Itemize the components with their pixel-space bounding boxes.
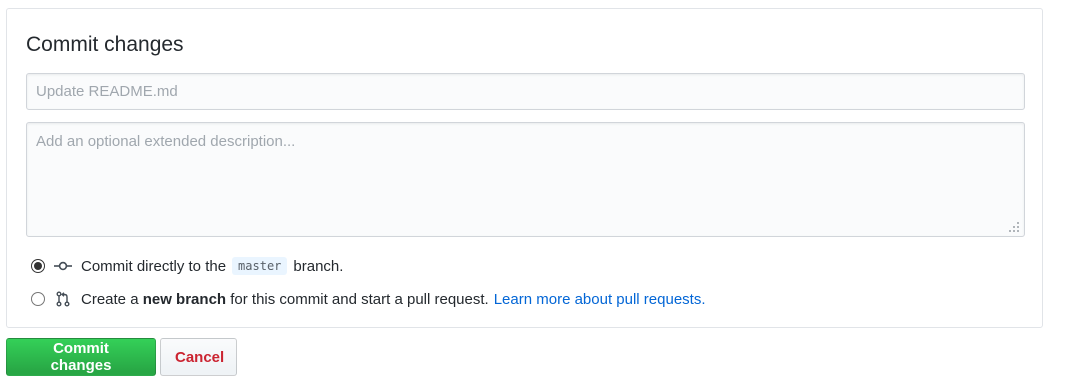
cancel-button[interactable]: Cancel [160, 338, 237, 376]
commit-direct-radio[interactable] [31, 259, 45, 273]
git-commit-icon [54, 258, 72, 274]
new-branch-option[interactable]: Create a new branch for this commit and … [31, 288, 706, 310]
commit-direct-text-after: branch. [293, 257, 344, 275]
commit-changes-button[interactable]: Commit changes [6, 338, 156, 376]
radio-selected-dot [34, 262, 42, 270]
new-branch-bold: new branch [142, 290, 227, 308]
learn-more-pull-requests-link[interactable]: Learn more about pull requests. [494, 291, 706, 308]
new-branch-text-after: for this commit and start a pull request… [230, 290, 489, 308]
commit-description-textarea[interactable] [26, 122, 1025, 237]
commit-changes-panel: Commit changes Commit directly to the ma… [6, 8, 1043, 328]
commit-direct-option[interactable]: Commit directly to the master branch. [31, 255, 343, 277]
resize-grip-icon[interactable] [1008, 221, 1020, 233]
new-branch-text-before: Create a [81, 290, 139, 308]
branch-name: master [232, 257, 288, 275]
commit-direct-text-before: Commit directly to the [81, 257, 227, 275]
new-branch-radio[interactable] [31, 292, 45, 306]
commit-summary-input[interactable] [26, 73, 1025, 110]
git-pull-request-icon [54, 291, 72, 307]
panel-title: Commit changes [26, 33, 184, 56]
